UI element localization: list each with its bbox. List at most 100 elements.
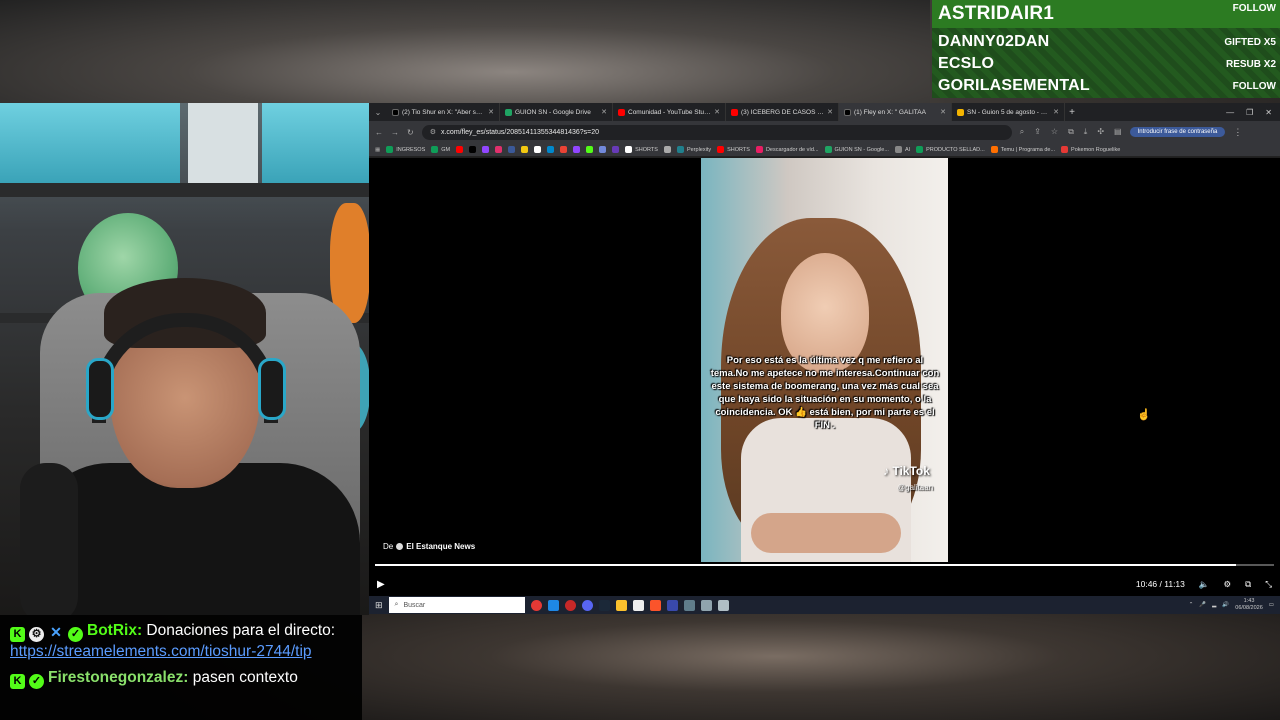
event-row: GORILASEMENTAL FOLLOW <box>932 75 1280 97</box>
new-tab-icon[interactable]: + <box>1065 107 1079 118</box>
bookmark-favicon-icon <box>990 146 998 153</box>
url-input[interactable]: ⚙ x.com/fley_es/status/20851411355344814… <box>421 124 1012 140</box>
minimize-icon[interactable]: — <box>1226 108 1234 117</box>
browser-tab[interactable]: (2) Tio Shur en X: "Aber shur m ✕ <box>387 103 500 121</box>
taskbar-search-input[interactable]: ⌕ Buscar <box>388 597 525 613</box>
volume-icon[interactable]: 🔈 <box>1199 579 1210 590</box>
close-tab-icon[interactable]: ✕ <box>601 108 607 116</box>
app-icon[interactable] <box>666 599 678 611</box>
bookmark-item[interactable] <box>586 146 594 153</box>
bookmark-item[interactable]: Pokemon Roguelike <box>1061 146 1120 153</box>
network-icon[interactable]: ▂ <box>1212 602 1216 608</box>
close-window-icon[interactable]: ✕ <box>1265 108 1272 117</box>
brave-icon[interactable] <box>649 599 661 611</box>
apps-icon[interactable]: ▦ <box>375 147 380 153</box>
bookmark-item[interactable]: Temu | Programa de... <box>990 146 1055 153</box>
restore-icon[interactable]: ❐ <box>1246 108 1253 117</box>
bookmark-item[interactable] <box>573 146 581 153</box>
video-progress-bar[interactable] <box>375 564 1274 566</box>
bookmark-favicon-icon <box>521 146 529 153</box>
bookmark-item[interactable]: INGRESOS <box>386 146 425 153</box>
microphone <box>20 463 78 615</box>
chat-username[interactable]: BotRix: <box>87 622 142 639</box>
forward-icon[interactable]: → <box>391 128 399 137</box>
speaker-tray-icon[interactable]: 🔊 <box>1222 602 1229 608</box>
video-source[interactable]: De El Estanque News <box>383 542 475 551</box>
browser-tab[interactable]: Comunidad - YouTube Studio ✕ <box>613 103 726 121</box>
bookmark-item[interactable]: SHORTS <box>717 146 750 153</box>
bookmark-item[interactable] <box>482 146 490 153</box>
menu-icon[interactable]: ⋮ <box>1233 127 1242 138</box>
fullscreen-exit-icon[interactable]: ⤡ <box>1265 579 1272 590</box>
bookmark-item[interactable] <box>612 146 620 153</box>
download-icon[interactable]: ⤓ <box>1084 127 1088 137</box>
tab-search-icon[interactable]: ⌄ <box>369 108 387 117</box>
bookmark-item[interactable]: Perplexity <box>676 146 712 153</box>
bookmark-favicon-icon <box>625 146 633 153</box>
bookmark-item[interactable]: SHORTS <box>625 146 658 153</box>
app-icon[interactable] <box>683 599 695 611</box>
bookmark-label: INGRESOS <box>396 146 426 153</box>
bookmark-item[interactable]: GUION SN - Google... <box>824 146 889 153</box>
browser-tab[interactable]: GUION SN - Google Drive ✕ <box>500 103 613 121</box>
taskbar-clock[interactable]: 1:43 06/08/2026 <box>1235 598 1263 612</box>
bookmark-item[interactable] <box>456 146 464 153</box>
puzzle-icon[interactable]: ✣ <box>1097 127 1104 137</box>
bookmark-item[interactable]: GM <box>431 146 450 153</box>
sidebar-icon[interactable]: ▤ <box>1114 127 1122 137</box>
discord-icon[interactable] <box>581 599 593 611</box>
steam-icon[interactable] <box>598 599 610 611</box>
bookmark-item[interactable] <box>547 146 555 153</box>
browser-tab[interactable]: SN - Guion 5 de agosto - Prese ✕ <box>952 103 1065 121</box>
chat-username[interactable]: Firestonegonzalez: <box>48 669 188 686</box>
bookmark-item[interactable] <box>521 146 529 153</box>
bookmark-label: Perplexity <box>686 146 712 153</box>
bookmark-item[interactable]: AI <box>894 146 910 153</box>
settings-icon[interactable]: ⚙ <box>1223 579 1231 590</box>
share-icon[interactable]: ⇪ <box>1034 127 1041 137</box>
close-tab-icon[interactable]: ✕ <box>714 108 720 116</box>
bookmark-item[interactable]: Descargador de víd... <box>755 146 819 153</box>
bookmark-star-icon[interactable]: ☆ <box>1051 127 1058 137</box>
tray-chevron-icon[interactable]: ⌃ <box>1189 602 1194 608</box>
bookmark-item[interactable] <box>599 146 607 153</box>
bookmark-favicon-icon <box>534 146 542 153</box>
search-placeholder: Buscar <box>403 601 426 609</box>
close-tab-icon[interactable]: ✕ <box>827 108 833 116</box>
bookmark-item[interactable]: PRODUCTO SELLAD... <box>916 146 985 153</box>
opera-icon[interactable] <box>564 599 576 611</box>
close-tab-icon[interactable]: ✕ <box>488 108 494 116</box>
browser-tab[interactable]: (3) ICEBERG DE CASOS OCURR ✕ <box>726 103 839 121</box>
extensions-icon[interactable]: ⧉ <box>1068 127 1074 137</box>
app-icon[interactable] <box>700 599 712 611</box>
bookmark-item[interactable] <box>495 146 503 153</box>
video-frame[interactable]: Por eso está es la última vez q me refie… <box>701 158 948 562</box>
notepad-icon[interactable] <box>632 599 644 611</box>
chrome-icon[interactable] <box>530 599 542 611</box>
app-icon[interactable] <box>717 599 729 611</box>
reload-icon[interactable]: ↻ <box>407 128 414 137</box>
password-button[interactable]: Introducir frase de contraseña <box>1129 127 1226 137</box>
play-icon[interactable]: ▶ <box>377 579 385 590</box>
event-username: GORILASEMENTAL <box>938 77 1090 94</box>
browser-tab-active[interactable]: (1) Fley en X: " GALITAA ✕ <box>839 103 952 121</box>
zoom-icon[interactable]: ⌕ <box>1020 127 1024 137</box>
bookmark-item[interactable] <box>534 146 542 153</box>
notifications-icon[interactable]: ▭ <box>1269 602 1274 608</box>
microphone-tray-icon[interactable]: 🎤 <box>1199 602 1206 608</box>
chat-link[interactable]: https://streamelements.com/tioshur-2744/… <box>10 643 312 660</box>
folder-icon[interactable] <box>615 599 627 611</box>
windows-start-icon[interactable]: ⊞ <box>375 600 383 611</box>
site-info-icon[interactable]: ⚙ <box>430 128 436 136</box>
bookmark-favicon-icon <box>431 146 439 153</box>
close-tab-icon[interactable]: ✕ <box>940 108 946 116</box>
bookmark-item[interactable] <box>508 146 516 153</box>
bookmark-item[interactable] <box>469 146 477 153</box>
pip-icon[interactable]: ⧉ <box>1245 579 1251 590</box>
bookmark-item[interactable] <box>560 146 568 153</box>
back-icon[interactable]: ← <box>375 128 383 137</box>
bookmarks-bar: ▦ INGRESOS GM SHORTS Perplexity SHORTS Descar… <box>369 143 1280 157</box>
close-tab-icon[interactable]: ✕ <box>1053 108 1059 116</box>
bookmark-item[interactable] <box>663 146 671 153</box>
edge-icon[interactable] <box>547 599 559 611</box>
